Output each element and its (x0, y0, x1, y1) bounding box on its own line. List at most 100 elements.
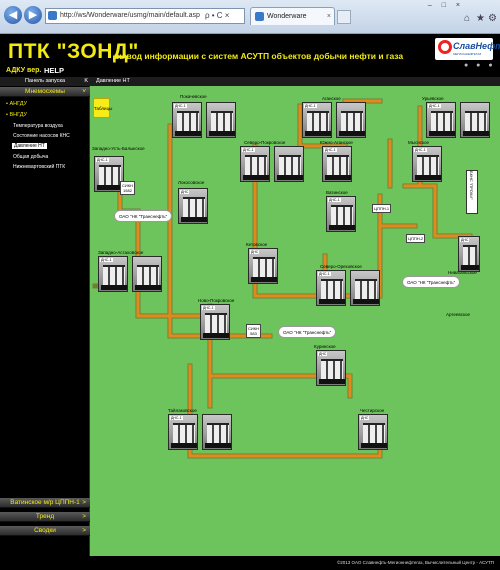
sidebar-item-pressure[interactable]: Давление НТ (12, 143, 47, 149)
bkns-prokhi[interactable]: БКНС "ПРОХИ" (466, 170, 478, 214)
station-icon: ДНС-1 (316, 270, 346, 306)
station-icon (350, 270, 380, 306)
browser-tab[interactable]: Wonderware × (250, 7, 335, 25)
section-trend-label: Тренд (35, 513, 55, 520)
station-icon: ДНС-1 (326, 196, 356, 232)
station-name: Западно-Астаховское (98, 250, 144, 255)
station-name: Честирское (360, 408, 385, 413)
launch-panel-toggle[interactable]: K (84, 77, 88, 86)
section-mnemo-label: Мнемосхемы (25, 88, 65, 95)
station-name: Южно-Аганское (320, 140, 353, 145)
station-icon: ДНС-1 (98, 256, 128, 292)
station-icon: ДНС-1 (172, 102, 202, 138)
sidebar-item-nizhnevartovsk[interactable]: Нижневартовский ПТК (13, 164, 65, 170)
logo-text: СлавНефть (453, 41, 500, 51)
station-name: Северо-Ореховское (320, 264, 362, 269)
back-button[interactable]: ◀ (4, 6, 22, 24)
station-icon (460, 102, 490, 138)
station-name: Покачевское (180, 94, 207, 99)
sikn-value: 1582 (123, 188, 132, 193)
sidebar-item-total-production[interactable]: Общая добыча (13, 154, 48, 160)
group-angdu[interactable]: • АНГДУ (6, 101, 27, 107)
home-icon[interactable]: ⌂ (464, 14, 474, 24)
station-name: Ватинское (326, 190, 348, 195)
station-icon: ДНС (316, 350, 346, 386)
section-mnemo[interactable]: Мнемосхемы ˅ (0, 87, 90, 97)
tab-icon (255, 12, 264, 21)
section-vatinskoe-label: Ватинское м/р ЦППН-1 (10, 499, 80, 506)
address-tools[interactable]: ρ • C × (205, 9, 229, 23)
chevron-right-icon: > (82, 499, 86, 506)
page-icon (48, 11, 57, 20)
station-icon: ДНС-1 (168, 414, 198, 450)
menu-help[interactable]: HELP (44, 66, 64, 75)
favorites-icon[interactable]: ★ (476, 14, 486, 24)
browser-chrome: ◀ ▶ http://ws/Wonderware/usmg/main/defau… (0, 0, 500, 34)
station-name: Аганское (322, 96, 341, 101)
cppn-2[interactable]: ЦППН-2 (406, 234, 426, 243)
menu-bar: АДКУ вер. HELP (0, 66, 500, 77)
group-vngdu[interactable]: • ВНГДУ (6, 112, 27, 118)
section-vatinskoe[interactable]: Ватинское м/р ЦППН-1 > (0, 498, 90, 508)
chevron-right-icon: > (82, 513, 86, 520)
content-header: Давление НТ (90, 77, 500, 86)
content-title: Давление НТ (96, 78, 130, 84)
station-icon (206, 102, 236, 138)
launch-panel-title: Панель запуска (24, 78, 66, 84)
station-name: Куринское (314, 344, 336, 349)
station-icon: ДНС-1 (302, 102, 332, 138)
section-reports-label: Сводки (34, 527, 56, 534)
launch-panel: Панель запуска K Мнемосхемы ˅ • АНГДУ • … (0, 77, 90, 556)
station-icon: ДНС-1 (322, 146, 352, 182)
station-icon: ДНС (358, 414, 388, 450)
forward-button[interactable]: ▶ (24, 6, 42, 24)
cppn-1[interactable]: ЦППН-1 (372, 204, 392, 213)
station-icon (336, 102, 366, 138)
close-tab-icon[interactable]: × (327, 8, 331, 25)
tables-button[interactable]: Таблицы (93, 98, 112, 118)
mnemonic-diagram: Таблицы Покачевское ДНС-1 Аганское ДНС-1… (90, 86, 500, 556)
station-icon: ДНС-1 (412, 146, 442, 182)
station-name: Урьевское (422, 96, 444, 101)
status-bar: ©2013 ОАО Славнефть-Мегионнефтегаз, Вычи… (0, 556, 500, 570)
chevron-right-icon: > (82, 527, 86, 534)
transneft-delivery-2[interactable]: ОАО "НК "Транснефть" (278, 326, 337, 338)
cppn2-label: ЦППН-2 (408, 236, 424, 241)
station-icon (274, 146, 304, 182)
transneft-delivery-1[interactable]: ОАО "НК "Транснефть" (114, 210, 173, 222)
sidebar-item-air-temperature[interactable]: Температура воздуха (13, 123, 63, 129)
sikn-value: 583 (250, 331, 257, 336)
menu-adku[interactable]: АДКУ вер. (6, 67, 41, 74)
section-trend[interactable]: Тренд > (0, 512, 90, 522)
sikn-583[interactable]: СИКН 583 (246, 324, 261, 338)
station-icon (202, 414, 232, 450)
settings-icon[interactable]: ⚙ (488, 14, 498, 24)
station-icon: ДНС-1 (240, 146, 270, 182)
app-subtitle: вывод информации с систем АСУТП объектов… (114, 51, 404, 61)
station-name: Мысиское (408, 140, 430, 145)
sikn-1582[interactable]: СИКН 1582 (120, 181, 135, 195)
station-name: Западно-Усть-Балыкское (92, 146, 145, 151)
window-controls[interactable]: – □ × (428, 2, 464, 9)
transneft-delivery-3[interactable]: ОАО "НК "Транснефть" (402, 276, 461, 288)
sidebar-item-pump-state[interactable]: Состояние насосов КНС (13, 133, 70, 139)
company-logo: СлавНефть МЕГИОННЕФТЕГАЗ (435, 38, 500, 60)
station-name: Тайлаковское (168, 408, 197, 413)
station-name: Локосовское (178, 180, 205, 185)
section-reports[interactable]: Сводки > (0, 526, 90, 536)
station-name: Кетовское (246, 242, 268, 247)
logo-subtext: МЕГИОННЕФТЕГАЗ (453, 52, 482, 56)
station-name: Артеевское (446, 312, 471, 317)
station-icon: ДНС (248, 248, 278, 284)
station-icon: ДНС-1 (426, 102, 456, 138)
launch-panel-header: Панель запуска K (0, 77, 90, 86)
chevron-down-icon: ˅ (82, 88, 86, 95)
station-name: Северо-Покровское (244, 140, 286, 145)
new-tab-button[interactable] (337, 10, 351, 24)
station-icon: ДНС (458, 236, 480, 272)
address-text: http://ws/Wonderware/usmg/main/default.a… (60, 12, 200, 19)
station-icon (132, 256, 162, 292)
station-value (175, 131, 201, 136)
logo-mark-icon (438, 40, 452, 54)
station-icon: ДНС (178, 188, 208, 224)
